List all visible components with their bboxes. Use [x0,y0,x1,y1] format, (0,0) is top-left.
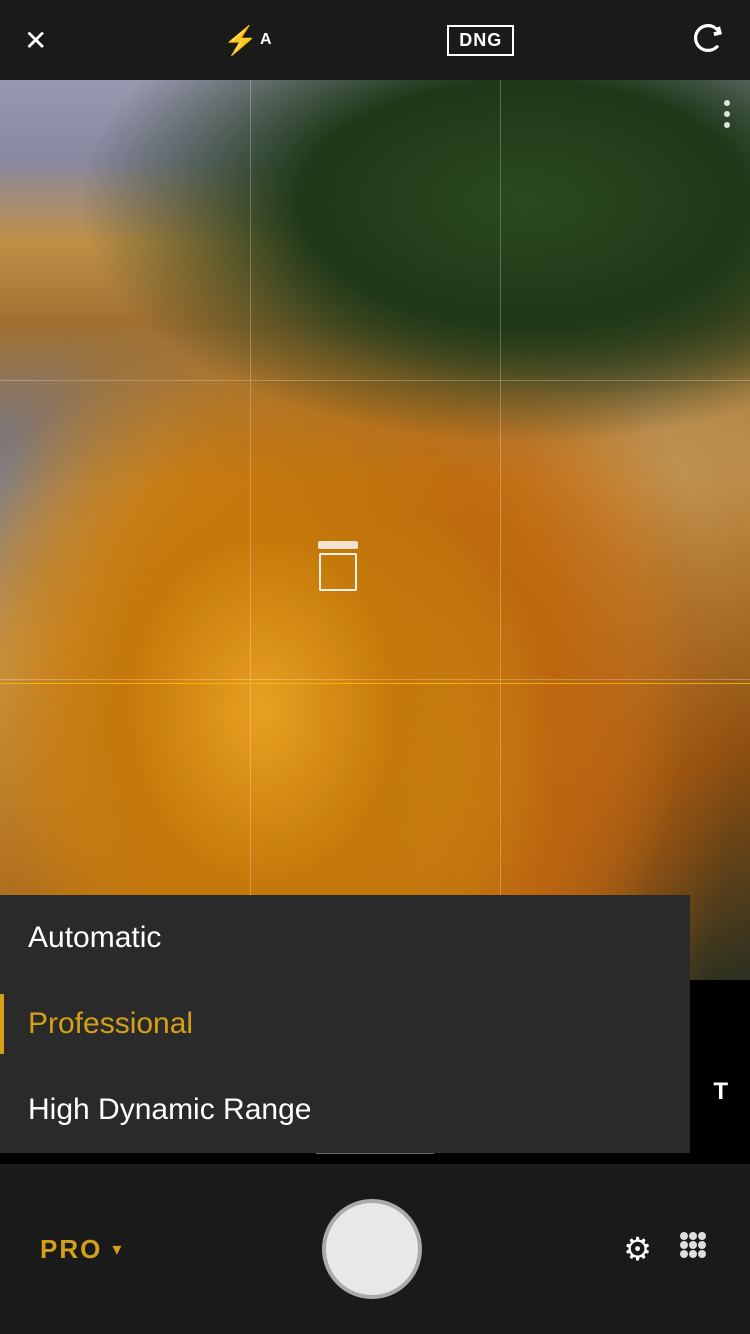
more-options-button[interactable] [724,100,730,128]
dot-1 [724,100,730,106]
grid-v2 [500,80,501,980]
pro-mode-button[interactable]: PRO ▾ [40,1234,121,1265]
flash-auto-button[interactable]: ⚡ A [223,24,271,57]
settings-icon[interactable]: ⚙ [623,1230,652,1268]
top-bar: ✕ ⚡ A DNG [0,0,750,80]
dot-3 [724,122,730,128]
close-button[interactable]: ✕ [24,24,47,57]
grid-v1 [250,80,251,980]
pro-chevron-icon: ▾ [112,1239,121,1260]
viewfinder[interactable] [0,80,750,980]
bottom-bar: PRO ▾ ⚙ [0,1164,750,1334]
dot-2 [724,111,730,117]
focus-indicator [318,541,358,549]
menu-item-professional[interactable]: Professional [0,981,690,1067]
focus-square [319,553,357,591]
menu-item-automatic[interactable]: Automatic [0,895,690,981]
flash-auto-label: A [260,31,272,49]
mode-dropdown-menu: Automatic Professional High Dynamic Rang… [0,895,690,1153]
grid-overlay [0,80,750,980]
shutter-button[interactable] [322,1199,422,1299]
right-icons: ⚙ [623,1228,710,1270]
horizon-line [0,683,750,684]
menu-item-hdr[interactable]: High Dynamic Range [0,1067,690,1153]
camera-preview [0,80,750,980]
grid-h2 [0,679,750,680]
pro-label: PRO [40,1234,102,1265]
t-indicator: T [713,1078,728,1106]
rotate-button[interactable] [690,20,726,61]
grid-pattern-icon[interactable] [676,1228,710,1270]
dng-badge[interactable]: DNG [447,25,514,56]
grid-h1 [0,380,750,381]
flash-bolt-icon: ⚡ [223,24,258,57]
focus-box [308,541,368,591]
